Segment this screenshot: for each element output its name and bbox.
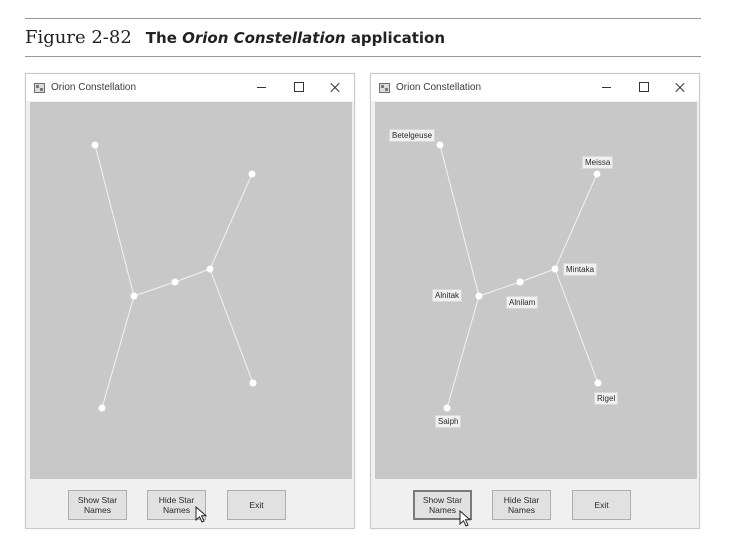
line-alnilam-mintaka: [519, 268, 556, 283]
star-saiph: [98, 404, 106, 412]
exit-button[interactable]: Exit: [227, 490, 286, 520]
line-mintaka-rigel: [554, 268, 599, 384]
label-mintaka: Mintaka: [563, 263, 598, 276]
app-icon: [379, 82, 390, 93]
line-mintaka-meissa: [554, 173, 598, 270]
caption-rule: [25, 56, 701, 57]
line-alnitak-alnilam: [478, 281, 521, 297]
figure-title-prefix: The: [145, 29, 177, 47]
constellation-canvas: [30, 102, 352, 479]
constellation-drawing: [91, 141, 257, 412]
line-alnitak-alnilam: [133, 281, 176, 297]
maximize-icon[interactable]: [280, 74, 317, 101]
line-mintaka-meissa: [209, 173, 253, 270]
label-rigel: Rigel: [594, 392, 619, 405]
maximize-icon[interactable]: [625, 74, 662, 101]
mouse-pointer-icon: [459, 510, 471, 527]
label-meissa: Meissa: [582, 156, 614, 169]
star-betelgeuse: [91, 141, 99, 149]
figure-title-suffix: application: [350, 29, 446, 47]
label-alnilam: Alnilam: [506, 296, 539, 309]
window-title: Orion Constellation: [51, 82, 137, 93]
star-betelgeuse: [436, 141, 444, 149]
close-icon[interactable]: [317, 74, 354, 101]
hide-star-names-button[interactable]: Hide Star Names: [492, 490, 551, 520]
star-mintaka: [551, 265, 559, 273]
orion-window-names-shown: Orion Constellation Betelgeuse Meissa Mi…: [370, 73, 700, 529]
exit-button[interactable]: Exit: [572, 490, 631, 520]
star-rigel: [594, 379, 602, 387]
minimize-icon[interactable]: [588, 74, 625, 101]
star-alnitak: [130, 292, 138, 300]
app-icon: [34, 82, 45, 93]
line-alnitak-saiph: [446, 295, 480, 409]
label-alnitak: Alnitak: [432, 289, 463, 302]
window-controls: [588, 74, 699, 101]
figure-title-emphasis: Orion Constellation: [182, 29, 346, 47]
title-bar[interactable]: Orion Constellation: [26, 74, 354, 101]
line-betelgeuse-alnitak: [94, 144, 135, 297]
window-title: Orion Constellation: [396, 82, 482, 93]
line-alnilam-mintaka: [174, 268, 211, 283]
star-alnilam: [171, 278, 179, 286]
mouse-pointer-icon: [195, 506, 207, 523]
star-saiph: [443, 404, 451, 412]
line-alnitak-saiph: [101, 295, 135, 409]
star-mintaka: [206, 265, 214, 273]
figure-caption: Figure 2-82 The Orion Constellation appl…: [25, 27, 445, 53]
figure-number: Figure 2-82: [25, 27, 132, 48]
figure-title: The Orion Constellation application: [146, 29, 445, 47]
orion-window-names-hidden: Orion Constellation Show Star Names Hide…: [25, 73, 355, 529]
minimize-icon[interactable]: [243, 74, 280, 101]
constellation-canvas: Betelgeuse Meissa Mintaka Alnitak Alnila…: [375, 102, 697, 479]
top-rule: [25, 18, 701, 19]
line-betelgeuse-alnitak: [439, 144, 480, 297]
star-alnitak: [475, 292, 483, 300]
window-controls: [243, 74, 354, 101]
show-star-names-button[interactable]: Show Star Names: [68, 490, 127, 520]
star-rigel: [249, 379, 257, 387]
label-saiph: Saiph: [435, 415, 462, 428]
star-meissa: [593, 170, 601, 178]
close-icon[interactable]: [662, 74, 699, 101]
title-bar[interactable]: Orion Constellation: [371, 74, 699, 101]
line-mintaka-rigel: [209, 268, 254, 384]
constellation-drawing: [436, 141, 602, 412]
star-alnilam: [516, 278, 524, 286]
star-meissa: [248, 170, 256, 178]
label-betelgeuse: Betelgeuse: [389, 129, 436, 142]
